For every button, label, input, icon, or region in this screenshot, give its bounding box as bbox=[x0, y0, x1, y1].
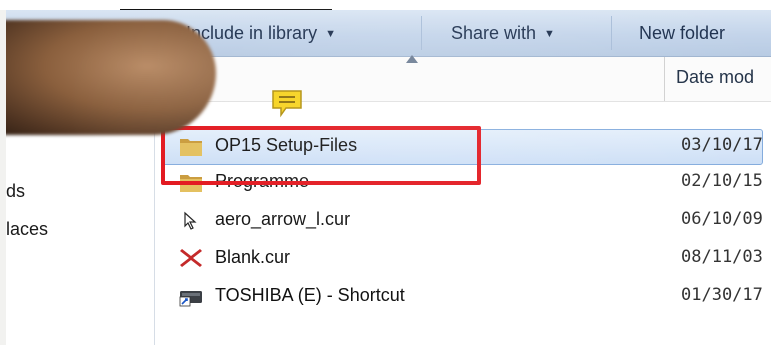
file-date: 03/10/17 bbox=[681, 135, 763, 155]
column-header-date-modified[interactable]: Date mod bbox=[676, 67, 754, 88]
chevron-down-icon: ▼ bbox=[544, 28, 555, 40]
file-date: 02/10/15 bbox=[681, 171, 763, 191]
file-name: Blank.cur bbox=[215, 247, 291, 267]
shortcut-drive-icon bbox=[179, 291, 202, 307]
file-date: 08/11/03 bbox=[681, 247, 763, 267]
pointing-finger bbox=[6, 20, 216, 135]
cursor-file-icon bbox=[184, 211, 197, 230]
file-name: aero_arrow_l.cur bbox=[215, 209, 351, 229]
toolbar-separator bbox=[421, 16, 422, 50]
include-in-library-button[interactable]: Include in library ▼ bbox=[186, 21, 336, 45]
nav-item-downloads[interactable]: ds bbox=[6, 181, 25, 202]
chevron-down-icon: ▼ bbox=[325, 28, 336, 40]
file-row-aero-arrow[interactable]: aero_arrow_l.cur 06/10/09 bbox=[155, 202, 771, 238]
new-folder-button[interactable]: New folder bbox=[639, 21, 725, 45]
file-row-blank-cur[interactable]: Blank.cur 08/11/03 bbox=[155, 240, 771, 276]
column-header-row: lame Date mod bbox=[155, 55, 771, 102]
file-row-toshiba-shortcut[interactable]: TOSHIBA (E) - Shortcut 01/30/17 bbox=[155, 278, 771, 314]
file-name: TOSHIBA (E) - Shortcut bbox=[215, 285, 405, 305]
column-divider[interactable] bbox=[664, 57, 665, 101]
nav-item-label: ds bbox=[6, 181, 26, 201]
sort-ascending-icon bbox=[406, 55, 418, 63]
explorer-window: Include in library ▼ Share with ▼ New fold… bbox=[6, 10, 771, 345]
file-date: 06/10/09 bbox=[681, 209, 763, 229]
nav-item-label: laces bbox=[6, 219, 49, 239]
file-date: 01/30/17 bbox=[681, 285, 763, 305]
include-in-library-label: Include in library bbox=[186, 23, 318, 43]
share-with-button[interactable]: Share with ▼ bbox=[451, 21, 555, 45]
share-with-label: Share with bbox=[451, 23, 537, 43]
x-cursor-icon bbox=[180, 249, 202, 267]
comment-bubble-icon[interactable] bbox=[270, 88, 304, 118]
nav-item-places[interactable]: laces bbox=[6, 219, 48, 240]
new-folder-label: New folder bbox=[639, 23, 726, 43]
column-header-date-label: Date mod bbox=[676, 67, 755, 87]
top-strip bbox=[0, 0, 771, 10]
toolbar-separator bbox=[611, 16, 612, 50]
